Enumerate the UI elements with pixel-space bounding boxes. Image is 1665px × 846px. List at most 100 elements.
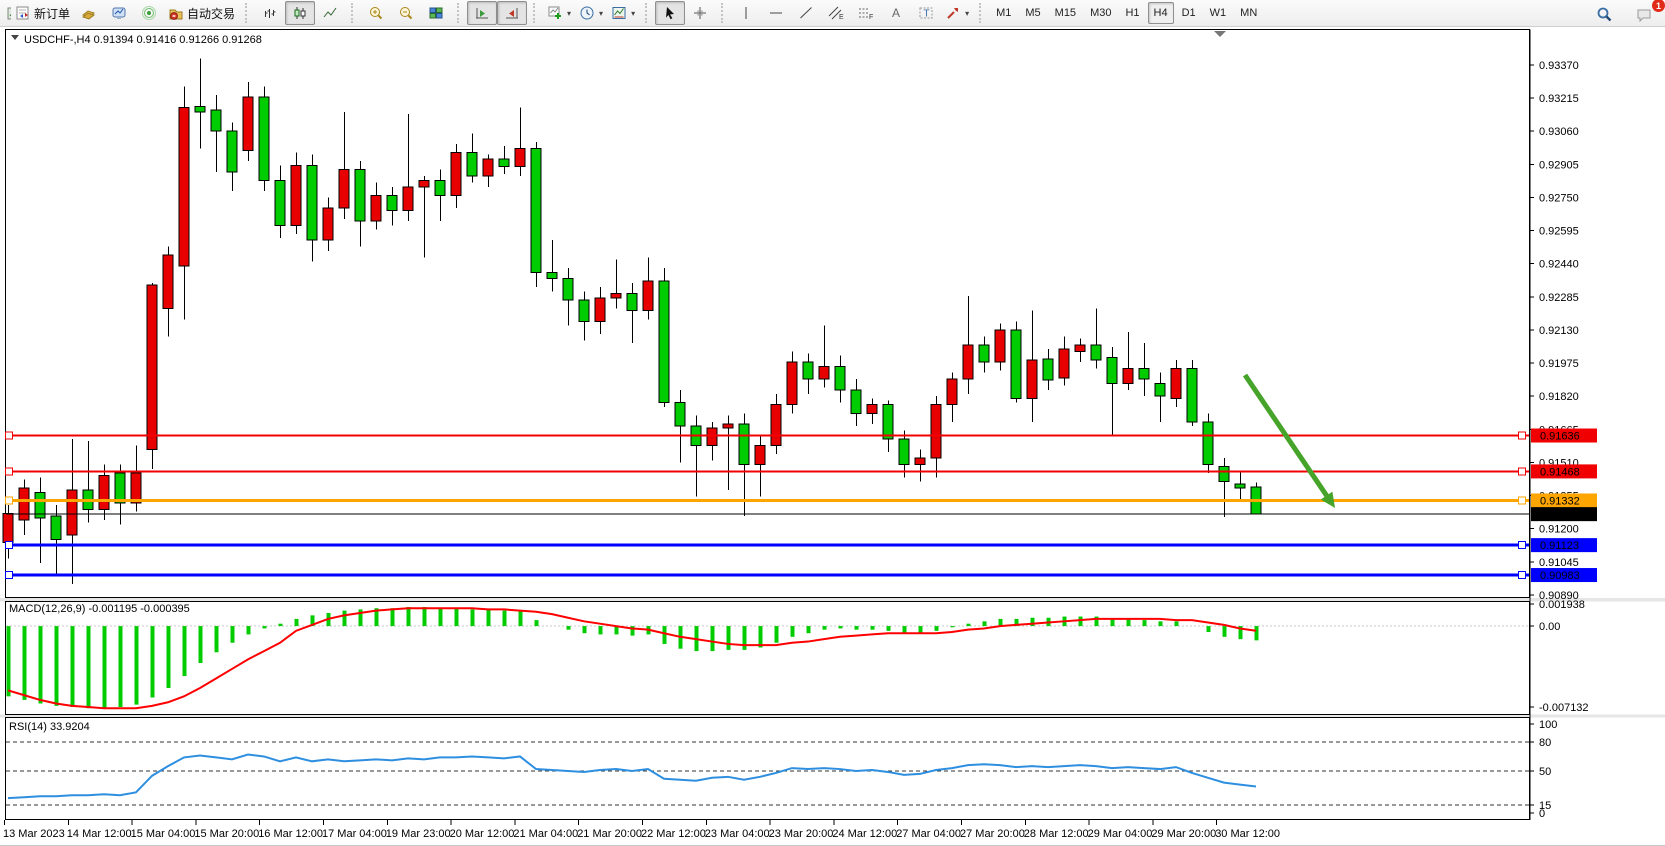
bull-candle xyxy=(819,366,829,379)
bull-candle xyxy=(419,180,429,186)
timeframe-button-w1[interactable]: W1 xyxy=(1204,2,1233,24)
bull-candle xyxy=(787,362,797,405)
bull-candle xyxy=(371,195,381,221)
bull-candle xyxy=(867,405,877,414)
bull-candle xyxy=(67,490,77,535)
zoom-in-icon xyxy=(368,5,384,21)
bar-chart-mode-button[interactable] xyxy=(255,1,285,25)
price-tick-label: 0.91045 xyxy=(1539,557,1579,569)
bear-candle xyxy=(1219,467,1229,482)
bull-candle xyxy=(147,285,157,450)
chart-shift-button[interactable] xyxy=(497,1,527,25)
hline-handle[interactable] xyxy=(6,542,13,549)
macd-axis-label: 0.001938 xyxy=(1539,599,1585,611)
time-tick-label: 29 Mar 04:00 xyxy=(1088,828,1153,840)
hline-handle[interactable] xyxy=(6,468,13,475)
timeframe-button-d1[interactable]: D1 xyxy=(1176,2,1202,24)
search-icon xyxy=(1596,6,1613,23)
bull-candle xyxy=(339,170,349,208)
bear-candle xyxy=(627,294,637,311)
line-chart-mode-button[interactable] xyxy=(315,1,345,25)
arrow-objects-icon xyxy=(945,5,961,21)
bull-candle xyxy=(755,445,765,464)
hline-handle[interactable] xyxy=(1519,572,1526,579)
bull-candle xyxy=(19,488,29,520)
bull-candle xyxy=(451,153,461,196)
bear-candle xyxy=(563,279,573,300)
periods-button[interactable]: ▾ xyxy=(575,1,607,25)
hline-handle[interactable] xyxy=(1519,432,1526,439)
time-tick-label: 15 Mar 04:00 xyxy=(131,828,196,840)
indicators-button[interactable]: ▾ xyxy=(543,1,575,25)
arrows-tool-button[interactable]: ▾ xyxy=(941,1,973,25)
auto-scroll-button[interactable] xyxy=(467,1,497,25)
text-label-tool-button[interactable]: T xyxy=(911,1,941,25)
bull-candle xyxy=(1027,360,1037,398)
chart-canvas: 0.933700.932150.930600.929050.927500.925… xyxy=(0,27,1665,846)
toolbar-separator xyxy=(457,3,463,23)
market-depth-button[interactable] xyxy=(74,1,104,25)
vertical-line-tool-button[interactable] xyxy=(731,1,761,25)
bear-candle xyxy=(1091,345,1101,360)
macd-label: MACD(12,26,9) -0.001195 -0.000395 xyxy=(9,603,190,615)
bull-candle xyxy=(1171,368,1181,398)
timeframe-button-h4[interactable]: H4 xyxy=(1148,2,1174,24)
templates-button[interactable]: ▾ xyxy=(607,1,639,25)
search-button[interactable] xyxy=(1589,2,1619,26)
hline-handle[interactable] xyxy=(1519,497,1526,504)
zoom-in-button[interactable] xyxy=(361,1,391,25)
timeframe-button-m30[interactable]: M30 xyxy=(1084,2,1117,24)
trendline-tool-button[interactable] xyxy=(791,1,821,25)
timeframe-button-h1[interactable]: H1 xyxy=(1119,2,1145,24)
time-tick-label: 21 Mar 20:00 xyxy=(577,828,642,840)
terminal-button[interactable] xyxy=(104,1,134,25)
bear-candle xyxy=(851,390,861,414)
auto-trading-button[interactable]: 自动交易 xyxy=(164,1,239,25)
terminal-monitor-icon xyxy=(111,5,127,21)
equidistant-channel-tool-button[interactable]: E xyxy=(821,1,851,25)
channel-icon: E xyxy=(827,5,845,21)
bull-candle xyxy=(483,159,493,176)
hline-handle[interactable] xyxy=(1519,468,1526,475)
cursor-tool-button[interactable] xyxy=(655,1,685,25)
hline-handle[interactable] xyxy=(6,432,13,439)
zoom-out-button[interactable] xyxy=(391,1,421,25)
fibonacci-tool-button[interactable]: F xyxy=(851,1,881,25)
horizontal-line-tool-button[interactable] xyxy=(761,1,791,25)
bear-candle xyxy=(211,110,221,131)
price-tick-label: 0.93060 xyxy=(1539,126,1579,138)
timeframe-button-mn[interactable]: MN xyxy=(1234,2,1263,24)
template-icon xyxy=(611,5,627,21)
bear-candle xyxy=(115,473,125,503)
hline-handle[interactable] xyxy=(1519,542,1526,549)
timeframe-button-m5[interactable]: M5 xyxy=(1019,2,1046,24)
rsi-panel xyxy=(6,718,1530,820)
bear-candle xyxy=(979,345,989,362)
hline-handle[interactable] xyxy=(6,572,13,579)
rsi-axis-label: 80 xyxy=(1539,737,1551,749)
crosshair-tool-button[interactable] xyxy=(685,1,715,25)
bear-candle xyxy=(499,159,509,166)
zoom-out-icon xyxy=(398,5,414,21)
notifications-button[interactable]: 1 xyxy=(1629,2,1659,26)
price-tick-label: 0.92595 xyxy=(1539,226,1579,238)
signals-button[interactable] xyxy=(134,1,164,25)
bull-candle xyxy=(131,473,141,503)
new-order-icon xyxy=(15,5,31,21)
hline-handle[interactable] xyxy=(6,497,13,504)
panel-separator[interactable] xyxy=(0,598,1665,602)
timeframe-button-m15[interactable]: M15 xyxy=(1049,2,1082,24)
bear-candle xyxy=(835,366,845,390)
auto-trading-icon xyxy=(168,5,184,21)
bull-candle xyxy=(163,255,173,308)
svg-text:T: T xyxy=(924,9,930,20)
tile-windows-button[interactable] xyxy=(421,1,451,25)
bull-candle xyxy=(1075,345,1085,351)
new-order-button[interactable]: 新订单 xyxy=(11,1,74,25)
candlestick-mode-button[interactable] xyxy=(285,1,315,25)
time-tick-label: 28 Mar 12:00 xyxy=(1024,828,1089,840)
trendline-icon xyxy=(798,5,814,21)
text-tool-button[interactable]: A xyxy=(881,1,911,25)
timeframe-button-m1[interactable]: M1 xyxy=(990,2,1017,24)
bull-candle xyxy=(707,428,717,445)
